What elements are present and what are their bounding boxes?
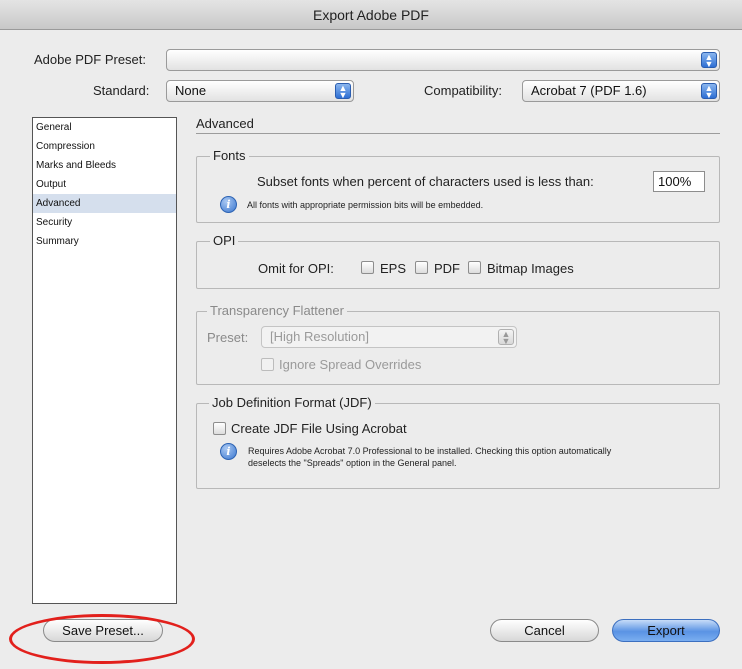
- preset-label: Adobe PDF Preset:: [34, 52, 146, 67]
- popup-arrows-icon: ▲ ▼: [701, 52, 717, 69]
- opi-group-title: OPI: [210, 233, 239, 248]
- create-jdf-label: Create JDF File Using Acrobat: [231, 421, 407, 436]
- fonts-group: [196, 156, 720, 223]
- standard-popup[interactable]: None ▲ ▼: [166, 80, 354, 102]
- jdf-note-line2: deselects the "Spreads" option in the Ge…: [248, 458, 457, 468]
- bitmap-images-checkbox[interactable]: [468, 261, 481, 274]
- transparency-flattener-group: [196, 311, 720, 385]
- transparency-group-title: Transparency Flattener: [207, 303, 347, 318]
- pdf-checkbox[interactable]: [415, 261, 428, 274]
- fonts-group-title: Fonts: [210, 148, 249, 163]
- flattener-preset-label: Preset:: [207, 330, 249, 345]
- eps-checkbox[interactable]: [361, 261, 374, 274]
- popup-arrows-icon: ▲ ▼: [335, 83, 351, 100]
- create-jdf-checkbox[interactable]: [213, 422, 226, 435]
- jdf-group-title: Job Definition Format (JDF): [209, 395, 375, 410]
- subset-fonts-label: Subset fonts when percent of characters …: [257, 174, 594, 189]
- info-icon: i: [220, 196, 237, 213]
- sidebar-item-security[interactable]: Security: [33, 213, 176, 232]
- pdf-label: PDF: [434, 261, 460, 276]
- section-title: Advanced: [196, 116, 254, 131]
- subset-percent-field[interactable]: 100%: [653, 171, 705, 192]
- popup-arrows-icon: ▲ ▼: [498, 329, 514, 346]
- sidebar-item-advanced[interactable]: Advanced: [33, 194, 176, 213]
- compatibility-label: Compatibility:: [424, 83, 503, 98]
- popup-arrows-icon: ▲ ▼: [701, 83, 717, 100]
- standard-label: Standard:: [93, 83, 150, 98]
- flattener-preset-popup[interactable]: [High Resolution] ▲ ▼: [261, 326, 517, 348]
- export-button[interactable]: Export: [612, 619, 720, 642]
- export-pdf-dialog: Export Adobe PDF Adobe PDF Preset: ▲ ▼ St…: [0, 0, 742, 669]
- omit-for-opi-label: Omit for OPI:: [258, 261, 334, 276]
- sidebar-item-marks-and-bleeds[interactable]: Marks and Bleeds: [33, 156, 176, 175]
- jdf-note-line1: Requires Adobe Acrobat 7.0 Professional …: [248, 446, 612, 456]
- sidebar-item-general[interactable]: General: [33, 118, 176, 137]
- save-preset-button[interactable]: Save Preset...: [43, 619, 163, 642]
- flattener-preset-value: [High Resolution]: [270, 329, 369, 344]
- ignore-spread-overrides-checkbox[interactable]: [261, 358, 274, 371]
- eps-label: EPS: [380, 261, 407, 276]
- compatibility-popup[interactable]: Acrobat 7 (PDF 1.6) ▲ ▼: [522, 80, 720, 102]
- info-icon: i: [220, 443, 237, 460]
- window-title: Export Adobe PDF: [0, 0, 742, 30]
- category-sidebar: General Compression Marks and Bleeds Out…: [32, 117, 177, 604]
- preset-popup[interactable]: ▲ ▼: [166, 49, 720, 71]
- cancel-button[interactable]: Cancel: [490, 619, 599, 642]
- ignore-spread-overrides-label: Ignore Spread Overrides: [279, 357, 422, 372]
- sidebar-item-compression[interactable]: Compression: [33, 137, 176, 156]
- sidebar-item-summary[interactable]: Summary: [33, 232, 176, 251]
- standard-value: None: [175, 83, 207, 98]
- fonts-note: All fonts with appropriate permission bi…: [247, 200, 484, 210]
- section-divider: [196, 133, 720, 134]
- compatibility-value: Acrobat 7 (PDF 1.6): [531, 83, 647, 98]
- sidebar-item-output[interactable]: Output: [33, 175, 176, 194]
- bitmap-images-label: Bitmap Images: [487, 261, 574, 276]
